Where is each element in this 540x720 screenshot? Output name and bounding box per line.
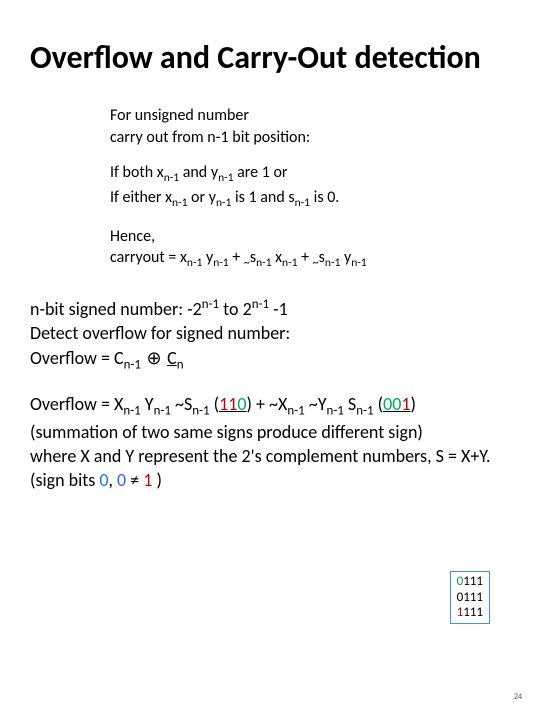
digit: 1 — [228, 393, 237, 415]
text: y — [340, 248, 351, 267]
subscript: n-1 — [124, 357, 141, 372]
subscript: n-1 — [218, 172, 233, 186]
text: carry out from n-1 bit position: — [110, 128, 310, 147]
text: ) — [152, 469, 162, 491]
text: + — [297, 248, 312, 267]
text: (summation of two same signs produce dif… — [30, 421, 423, 443]
box-row: 0111 — [457, 574, 483, 590]
text: Overflow = C — [30, 347, 124, 369]
subscript: n-1 — [172, 196, 187, 210]
text: ( — [210, 393, 220, 415]
text: If either x — [110, 188, 172, 207]
underlined-cn: Cn — [167, 347, 183, 369]
subscript: n-1 — [356, 403, 373, 418]
example-box: 0111 0111 1111 — [450, 571, 490, 624]
underlined-001: 001 — [383, 393, 410, 415]
subscript: n-1 — [327, 403, 344, 418]
subscript: n-1 — [287, 403, 304, 418]
text: x — [272, 248, 283, 267]
text: or y — [187, 188, 216, 207]
para-signed-range: n-bit signed number: -2n-1 to 2n-1 -1 De… — [30, 296, 510, 374]
text: Hence, — [110, 227, 155, 246]
text: ≠ — [126, 469, 143, 491]
text: + — [229, 248, 244, 267]
text: and y — [179, 163, 218, 182]
text: ( — [374, 393, 384, 415]
text: S — [344, 393, 356, 415]
text: ) — [410, 393, 415, 415]
subscript: n-1 — [192, 403, 209, 418]
bits: 111 — [463, 590, 483, 605]
text: are 1 or — [233, 163, 287, 182]
digit: 1 — [219, 393, 228, 415]
text: is 1 and s — [231, 188, 294, 207]
subscript: n-1 — [295, 196, 310, 210]
text: ~Y — [305, 393, 327, 415]
subscript: n-1 — [123, 403, 140, 418]
superscript: n-1 — [202, 297, 219, 312]
text: ) + ~X — [246, 393, 287, 415]
text: to 2 — [219, 298, 252, 320]
text: y — [202, 248, 213, 267]
text: Y — [141, 393, 154, 415]
text: Overflow = X — [30, 393, 123, 415]
digit: 0 — [117, 469, 126, 491]
subscript: n-1 — [256, 257, 271, 271]
digit: 0 — [392, 393, 401, 415]
subscript: n-1 — [154, 403, 171, 418]
para-unsigned-cond: If both xn-1 and yn-1 are 1 or If either… — [110, 162, 510, 211]
digit: 0 — [383, 393, 392, 415]
para-unsigned-intro: For unsigned number carry out from n-1 b… — [110, 105, 510, 148]
bits: 111 — [463, 605, 483, 620]
text: carryout = x — [110, 248, 187, 267]
unsigned-block: For unsigned number carry out from n-1 b… — [110, 105, 510, 272]
text: n-bit signed number: -2 — [30, 298, 202, 320]
slide: Overflow and Carry-Out detection For uns… — [0, 0, 540, 720]
text: If both x — [110, 163, 164, 182]
box-row: 1111 — [457, 605, 483, 621]
underlined-110: 110 — [219, 393, 246, 415]
page-title: Overflow and Carry-Out detection — [30, 40, 510, 75]
para-overflow-eq: Overflow = Xn-1 Yn-1 ~Sn-1 (110) + ~Xn-1… — [30, 392, 510, 493]
superscript: n-1 — [252, 297, 269, 312]
subscript: n-1 — [164, 172, 179, 186]
text: ~S — [171, 393, 192, 415]
slide-number: 24 — [514, 692, 522, 702]
text: , — [108, 469, 117, 491]
subscript: n-1 — [216, 196, 231, 210]
para-carryout-eq: Hence, carryout = xn-1 yn-1 + ~sn-1 xn-1… — [110, 226, 510, 272]
bits: 111 — [463, 574, 483, 589]
text: For unsigned number — [110, 106, 249, 125]
text: Detect overflow for signed number: — [30, 322, 290, 344]
subscript: n-1 — [351, 257, 366, 271]
text: -1 — [269, 298, 288, 320]
subscript: n-1 — [213, 257, 228, 271]
subscript: n-1 — [282, 257, 297, 271]
box-row: 0111 — [457, 590, 483, 606]
subscript: n — [177, 357, 184, 372]
text: is 0. — [310, 188, 339, 207]
xor-icon: ⊕ — [145, 346, 163, 370]
subscript: n-1 — [325, 257, 340, 271]
text: C — [167, 347, 177, 369]
subscript: n-1 — [187, 257, 202, 271]
signed-block: n-bit signed number: -2n-1 to 2n-1 -1 De… — [30, 296, 510, 493]
